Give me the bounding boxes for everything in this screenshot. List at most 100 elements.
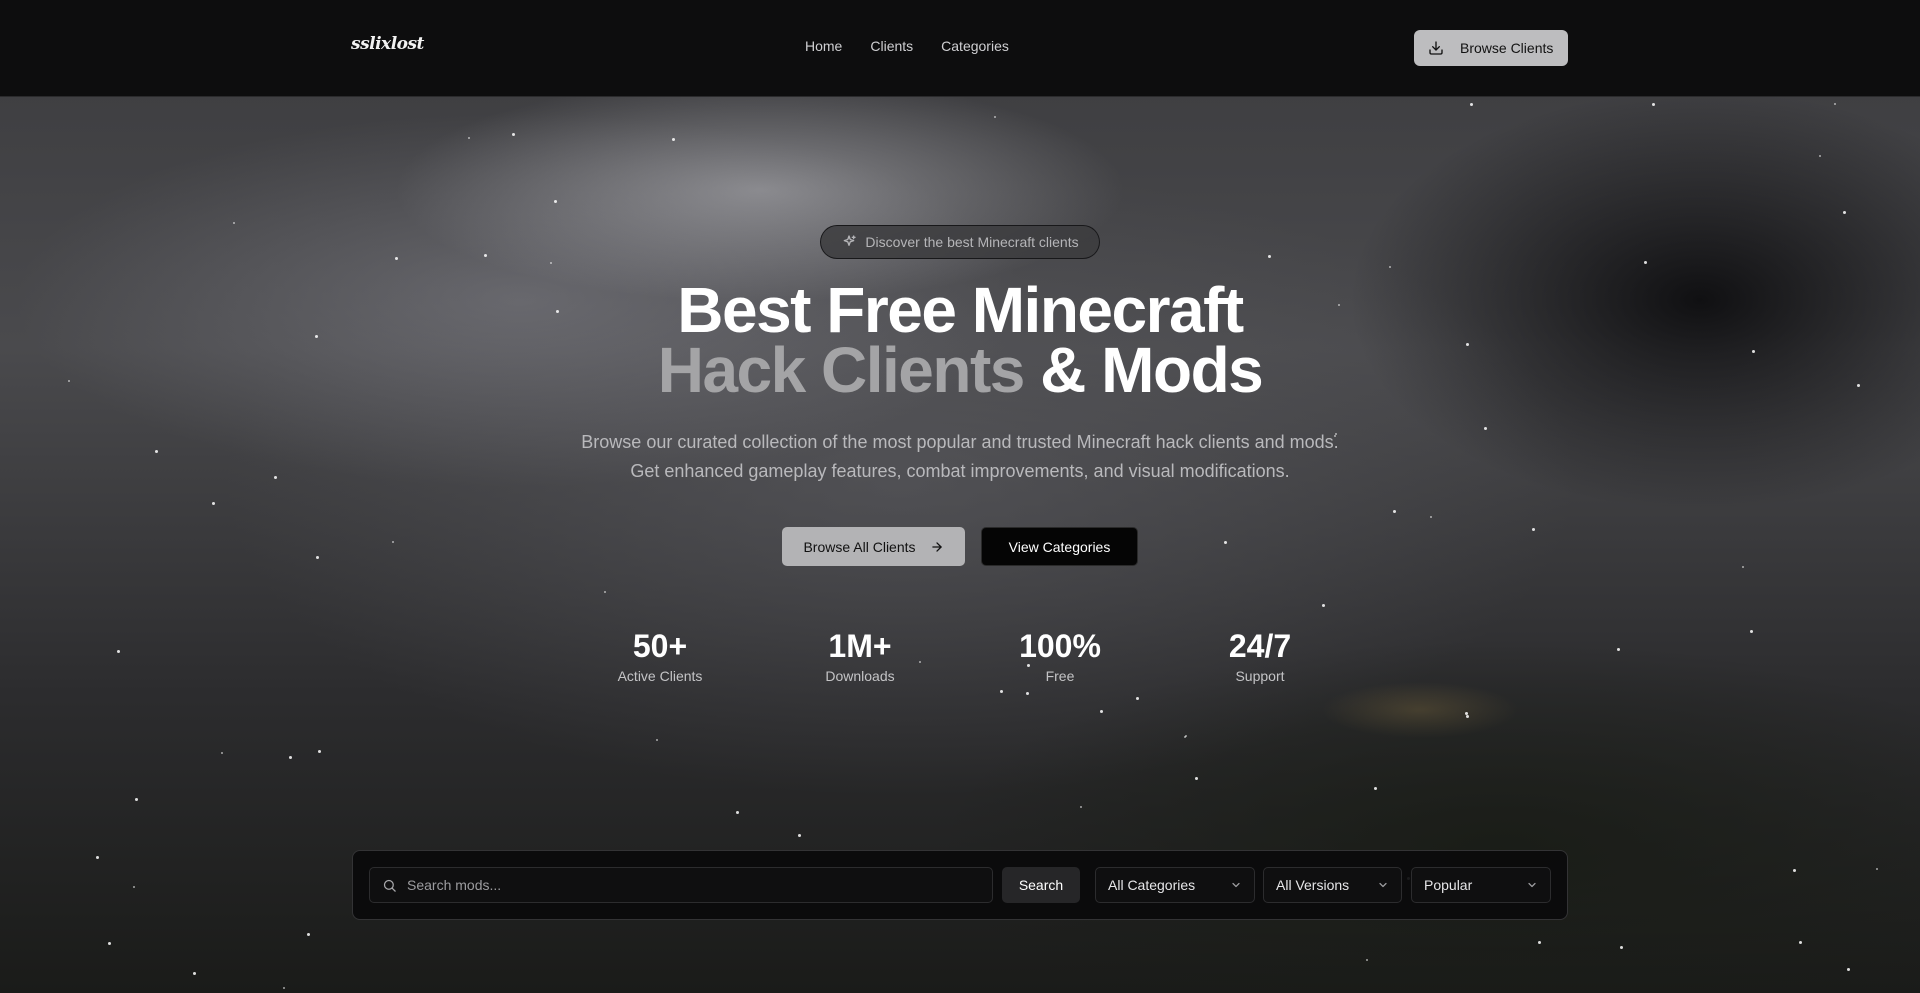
star <box>96 856 99 859</box>
browse-all-clients-label: Browse All Clients <box>803 538 916 555</box>
star <box>1652 103 1655 106</box>
star <box>1793 869 1796 872</box>
star <box>1644 261 1647 264</box>
star <box>392 541 394 543</box>
stat-downloads: 1M+ Downloads <box>780 628 940 684</box>
view-categories-button[interactable]: View Categories <box>981 527 1138 566</box>
chevron-down-icon <box>1379 882 1387 888</box>
category-select-value: All Categories <box>1108 877 1196 893</box>
stat-label: Support <box>1235 668 1285 684</box>
sort-select[interactable]: Popular <box>1411 867 1551 903</box>
nav-categories[interactable]: Categories <box>941 38 1009 54</box>
star <box>604 591 606 593</box>
hero-title-line2: & Mods <box>1040 334 1264 406</box>
star <box>1195 777 1198 780</box>
star <box>221 752 223 754</box>
star <box>274 476 277 479</box>
star <box>1184 736 1186 738</box>
hero-badge: Discover the best Minecraft clients <box>820 225 1100 259</box>
browse-all-clients-button[interactable]: Browse All Clients <box>782 527 965 566</box>
star <box>1532 528 1535 531</box>
star <box>155 450 158 453</box>
hero-badge-text: Discover the best Minecraft clients <box>865 234 1079 250</box>
star <box>318 750 321 753</box>
star <box>193 972 196 975</box>
star <box>1834 103 1836 105</box>
stat-support: 24/7 Support <box>1180 628 1340 684</box>
stat-value: 24/7 <box>1228 628 1292 664</box>
browse-clients-label: Browse Clients <box>1460 40 1554 56</box>
star <box>1620 946 1623 949</box>
star <box>1819 155 1821 157</box>
browse-clients-button[interactable]: Browse Clients <box>1414 30 1568 66</box>
stat-free: 100% Free <box>980 628 1140 684</box>
star <box>656 739 658 741</box>
star <box>1000 690 1003 693</box>
nav-home[interactable]: Home <box>805 38 842 54</box>
star <box>1430 516 1432 518</box>
star <box>798 834 801 837</box>
hero-title: Best Free Minecraft Hack Clients & Mods <box>0 278 1920 402</box>
star <box>1322 604 1325 607</box>
star <box>1080 806 1082 808</box>
star <box>1799 941 1802 944</box>
chevron-down-icon <box>1528 882 1536 888</box>
view-categories-label: View Categories <box>1008 538 1111 555</box>
stats-row: 50+ Active Clients 1M+ Downloads 100% Fr… <box>0 628 1920 688</box>
star <box>1100 710 1103 713</box>
star <box>1224 541 1227 544</box>
stat-label: Active Clients <box>617 668 703 684</box>
star <box>395 257 398 260</box>
sort-select-value: Popular <box>1424 877 1473 893</box>
star <box>1268 255 1271 258</box>
star <box>233 222 235 224</box>
stat-clients: 50+ Active Clients <box>580 628 740 684</box>
star <box>289 756 292 759</box>
star <box>672 138 675 141</box>
hero-title-highlight: Hack Clients <box>657 334 1026 406</box>
star <box>512 133 515 136</box>
star <box>1843 211 1846 214</box>
star <box>1389 266 1391 268</box>
star <box>1847 968 1850 971</box>
nav-clients[interactable]: Clients <box>870 38 913 54</box>
stat-value: 1M+ <box>828 628 892 664</box>
star <box>1484 427 1487 430</box>
sparkles-icon <box>844 235 857 246</box>
star <box>1470 103 1473 106</box>
star <box>316 556 319 559</box>
star <box>484 254 487 257</box>
star <box>1538 941 1541 944</box>
stat-value: 50+ <box>632 628 688 664</box>
filter-bar: Search All Categories All Versions Popul… <box>352 850 1568 920</box>
site-logo[interactable]: sslixlost <box>351 34 424 54</box>
arrow-right-icon <box>931 541 942 552</box>
star <box>1466 715 1469 718</box>
site-header: sslixlost Home Clients Categories Browse… <box>0 0 1920 97</box>
star <box>135 798 138 801</box>
star <box>1026 692 1029 695</box>
search-input[interactable] <box>407 877 967 893</box>
search-icon <box>383 879 396 892</box>
search-field[interactable] <box>369 867 993 903</box>
version-select[interactable]: All Versions <box>1263 867 1402 903</box>
star <box>1393 510 1396 513</box>
star <box>1374 787 1377 790</box>
star <box>554 200 557 203</box>
stat-label: Free <box>1045 668 1075 684</box>
star <box>468 137 470 139</box>
star <box>736 811 739 814</box>
star <box>1876 868 1878 870</box>
star <box>1742 566 1744 568</box>
star <box>1136 697 1139 700</box>
version-select-value: All Versions <box>1276 877 1350 893</box>
download-icon <box>1429 41 1443 55</box>
star <box>283 987 285 989</box>
stat-label: Downloads <box>825 668 895 684</box>
star <box>1366 959 1368 961</box>
star <box>212 502 215 505</box>
main-nav: Home Clients Categories <box>805 38 1037 54</box>
category-select[interactable]: All Categories <box>1095 867 1255 903</box>
star <box>550 262 552 264</box>
search-button[interactable]: Search <box>1002 867 1080 903</box>
